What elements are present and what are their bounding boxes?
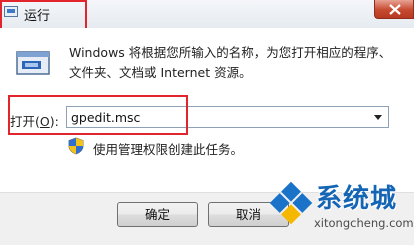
run-app-icon — [4, 6, 18, 17]
close-button[interactable] — [374, 0, 414, 19]
open-label-suffix: ): — [49, 114, 59, 129]
admin-note: 使用管理权限创建此任务。 — [93, 142, 244, 157]
close-icon — [389, 4, 401, 15]
open-label: 打开(O): — [10, 111, 59, 130]
dropdown-arrow-icon[interactable] — [374, 115, 382, 120]
open-label-prefix: 打开( — [10, 114, 40, 129]
open-input[interactable]: gpedit.msc — [71, 110, 140, 125]
run-program-icon — [16, 51, 50, 75]
open-combobox[interactable]: gpedit.msc — [66, 106, 389, 128]
brand-name: 系统城 — [316, 184, 398, 214]
watermark: 系统城 xitongcheng.com — [268, 176, 414, 244]
uac-shield-icon — [68, 137, 84, 155]
window-title: 运行 — [24, 9, 51, 24]
ok-button[interactable]: 确定 — [117, 202, 198, 227]
dialog-description: Windows 将根据您所输入的名称，为您打开相应的程序、文件夹、文档或 Int… — [69, 45, 392, 80]
brand-logo-icon — [269, 181, 313, 225]
title-bar: 运行 — [0, 0, 414, 29]
open-label-accesskey: O — [39, 114, 50, 129]
brand-url: xitongcheng.com — [314, 216, 414, 230]
